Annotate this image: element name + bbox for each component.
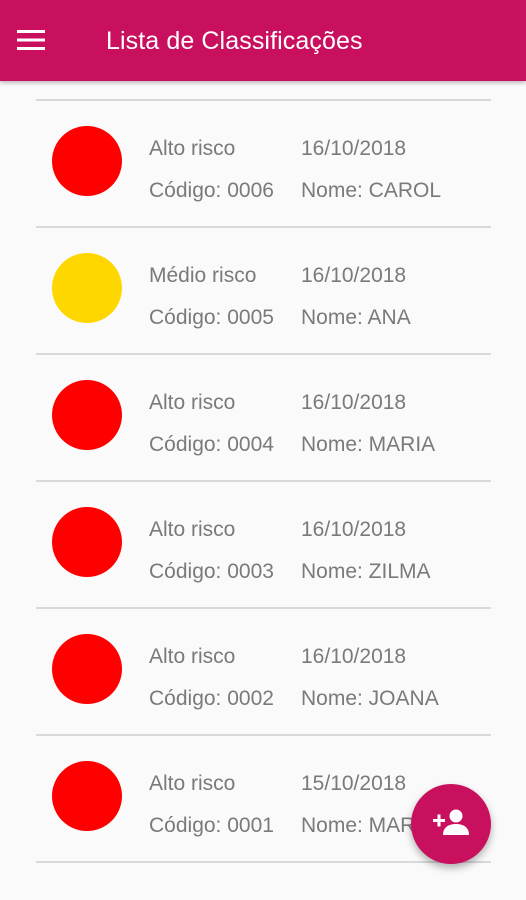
name-label: Nome: ANA [301, 306, 411, 329]
list-item[interactable]: Alto risco 16/10/2018 Código: 0003 Nome:… [36, 482, 491, 609]
name-label: Nome: CAROL [301, 179, 442, 202]
risk-level-label: Alto risco [149, 645, 236, 668]
list-item[interactable]: Alto risco 16/10/2018 Código: 0004 Nome:… [36, 355, 491, 482]
name-label: Nome: ZILMA [301, 560, 431, 583]
hamburger-menu-icon [17, 30, 45, 50]
name-label: Nome: MARIA [301, 433, 436, 456]
code-label: Código: 0004 [149, 433, 274, 456]
list-item[interactable]: Alto risco 16/10/2018 Código: 0006 Nome:… [36, 101, 491, 228]
app-screen: Lista de Classificações Alto risco 16/10… [0, 0, 526, 900]
date-label: 15/10/2018 [301, 772, 407, 795]
date-label: 16/10/2018 [301, 391, 407, 414]
code-label: Código: 0006 [149, 179, 274, 202]
risk-indicator-dot [52, 126, 122, 196]
app-bar: Lista de Classificações [0, 0, 526, 81]
risk-indicator-dot [52, 761, 122, 831]
list-item[interactable]: Médio risco 16/10/2018 Código: 0005 Nome… [36, 228, 491, 355]
risk-level-label: Alto risco [149, 137, 236, 160]
risk-indicator-dot [52, 380, 122, 450]
risk-level-label: Alto risco [149, 772, 236, 795]
add-person-button[interactable] [411, 784, 491, 864]
risk-indicator-dot [52, 634, 122, 704]
date-label: 16/10/2018 [301, 137, 407, 160]
code-label: Código: 0005 [149, 306, 274, 329]
code-label: Código: 0001 [149, 814, 274, 837]
date-label: 16/10/2018 [301, 518, 407, 541]
list-item[interactable]: Alto risco 16/10/2018 Código: 0002 Nome:… [36, 609, 491, 736]
page-title: Lista de Classificações [106, 27, 363, 55]
code-label: Código: 0002 [149, 687, 274, 710]
risk-indicator-dot [52, 253, 122, 323]
risk-level-label: Médio risco [149, 264, 257, 287]
risk-indicator-dot [52, 507, 122, 577]
risk-level-label: Alto risco [149, 391, 236, 414]
add-person-icon [433, 808, 469, 841]
name-label: Nome: JOANA [301, 687, 439, 710]
code-label: Código: 0003 [149, 560, 274, 583]
classification-list[interactable]: Alto risco 16/10/2018 Código: 0006 Nome:… [36, 99, 491, 863]
date-label: 16/10/2018 [301, 264, 407, 287]
date-label: 16/10/2018 [301, 645, 407, 668]
menu-button[interactable] [17, 20, 65, 60]
risk-level-label: Alto risco [149, 518, 236, 541]
